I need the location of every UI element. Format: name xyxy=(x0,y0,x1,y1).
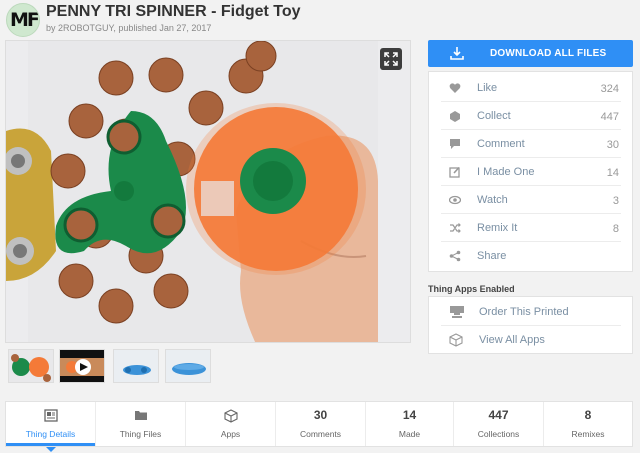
eye-icon xyxy=(449,195,461,205)
page-header: MF PENNY TRI SPINNER - Fidget Toy by 2RO… xyxy=(0,0,640,38)
tab-comments[interactable]: 30 Comments xyxy=(276,402,366,446)
model-render-thumbnail-icon xyxy=(166,350,210,382)
download-all-files-button[interactable]: DOWNLOAD ALL FILES xyxy=(428,40,633,67)
action-label: I Made One xyxy=(477,166,535,178)
comment-icon xyxy=(450,139,460,149)
active-tab-caret xyxy=(45,447,56,452)
expand-button[interactable] xyxy=(380,48,402,70)
app-view-all[interactable]: View All Apps xyxy=(441,326,621,354)
action-label: Collect xyxy=(477,110,511,122)
main-photo[interactable] xyxy=(5,40,411,343)
app-label: Order This Printed xyxy=(479,306,569,318)
action-count: 324 xyxy=(600,83,619,95)
tab-thing-files[interactable]: Thing Files xyxy=(96,402,186,446)
action-count: 8 xyxy=(612,223,619,235)
active-tab-indicator xyxy=(6,443,95,446)
action-remix-it[interactable]: Remix It 8 xyxy=(441,214,621,242)
tab-remixes[interactable]: 8 Remixes xyxy=(544,402,632,446)
app-order-printed[interactable]: Order This Printed xyxy=(441,298,621,326)
printer-icon xyxy=(450,306,464,318)
tab-thing-details[interactable]: Thing Details xyxy=(6,402,96,452)
apps-section-title: Thing Apps Enabled xyxy=(428,284,515,294)
avatar-text: MF xyxy=(10,9,39,31)
tab-label: Thing Files xyxy=(119,429,162,439)
action-label: Watch xyxy=(477,194,508,206)
tab-count: 8 xyxy=(584,408,592,422)
edit-icon xyxy=(449,166,460,178)
action-label: Share xyxy=(477,250,507,262)
photo-illustration xyxy=(6,41,410,342)
tab-made[interactable]: 14 Made xyxy=(366,402,454,446)
photo-thumbnail-icon xyxy=(9,350,53,382)
cube-icon xyxy=(449,333,463,347)
action-count: 3 xyxy=(612,195,619,207)
action-count: 14 xyxy=(606,167,619,179)
action-label: Like xyxy=(477,82,498,94)
tab-label: Comments xyxy=(299,429,342,439)
action-label: Remix It xyxy=(477,222,518,234)
action-count: 447 xyxy=(600,111,619,123)
play-icon xyxy=(60,350,104,382)
tab-count: 447 xyxy=(488,408,509,422)
download-icon xyxy=(450,47,464,60)
action-count: 30 xyxy=(606,139,619,151)
action-i-made-one[interactable]: I Made One 14 xyxy=(441,158,621,186)
action-list: Like 324 Collect 447 Comment 30 I Made O… xyxy=(428,71,633,272)
tab-collections[interactable]: 447 Collections xyxy=(454,402,544,446)
tab-label: Remixes xyxy=(571,429,605,439)
thumbnail-4[interactable] xyxy=(165,349,211,383)
tab-count: 30 xyxy=(313,408,328,422)
cube-icon xyxy=(223,409,238,423)
action-collect[interactable]: Collect 447 xyxy=(441,102,621,130)
action-share[interactable]: Share xyxy=(441,242,621,270)
model-render-thumbnail-icon xyxy=(114,350,158,382)
app-label: View All Apps xyxy=(479,334,545,346)
tab-count: 14 xyxy=(402,408,417,422)
thumbnail-3[interactable] xyxy=(113,349,159,383)
tab-apps[interactable]: Apps xyxy=(186,402,276,446)
thumbnail-1[interactable] xyxy=(8,349,54,383)
share-icon xyxy=(449,250,461,262)
apps-list: Order This Printed View All Apps xyxy=(428,296,633,354)
tab-label: Made xyxy=(398,429,421,439)
action-comment[interactable]: Comment 30 xyxy=(441,130,621,158)
action-watch[interactable]: Watch 3 xyxy=(441,186,621,214)
action-label: Comment xyxy=(477,138,525,150)
expand-icon xyxy=(384,52,398,66)
creator-avatar[interactable]: MF xyxy=(6,3,40,37)
tab-label: Thing Details xyxy=(25,429,76,439)
thing-tabs: Thing Details Thing Files Apps 30 Commen… xyxy=(5,401,633,452)
collect-icon xyxy=(450,111,460,122)
folder-icon xyxy=(134,411,147,420)
tab-label: Apps xyxy=(220,429,241,439)
shuffle-icon xyxy=(450,223,461,233)
tab-label: Collections xyxy=(477,429,520,439)
heart-icon xyxy=(449,83,461,93)
thumbnail-2-video[interactable] xyxy=(59,349,105,383)
action-like[interactable]: Like 324 xyxy=(441,74,621,102)
byline[interactable]: by 2ROBOTGUY, published Jan 27, 2017 xyxy=(46,23,211,33)
page-title: PENNY TRI SPINNER - Fidget Toy xyxy=(46,3,301,20)
download-label: DOWNLOAD ALL FILES xyxy=(490,48,607,59)
details-icon xyxy=(43,409,58,422)
